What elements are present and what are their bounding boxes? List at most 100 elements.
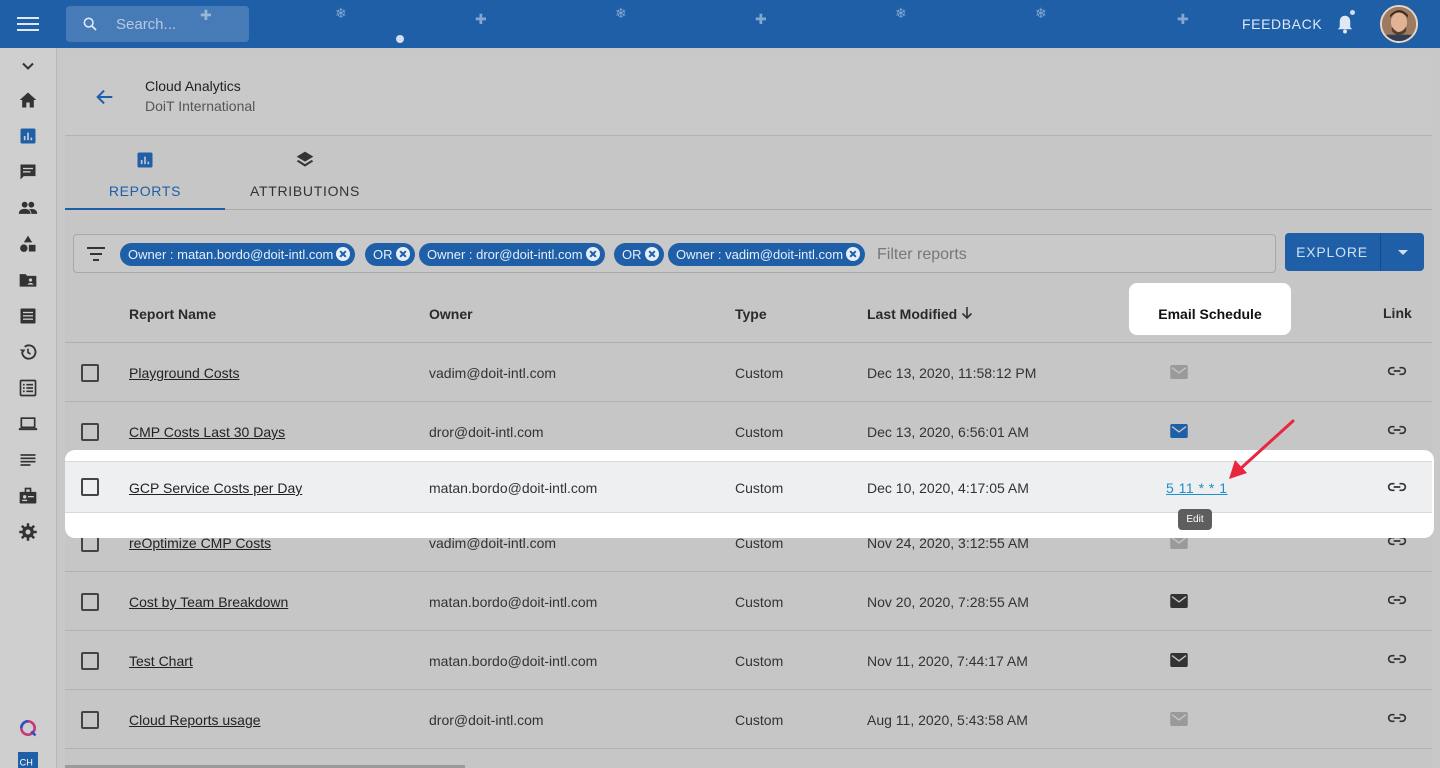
chip-remove-icon[interactable] (644, 247, 659, 261)
row-checkbox[interactable] (81, 711, 99, 729)
report-name-link[interactable]: GCP Service Costs per Day (129, 480, 302, 496)
subject-icon[interactable] (18, 450, 38, 470)
report-last-modified: Nov 20, 2020, 7:28:55 AM (867, 594, 1029, 610)
app-logo-icon[interactable] (18, 718, 38, 738)
snowflake-decoration: ❄ (1035, 5, 1047, 21)
laptop-icon[interactable] (18, 414, 38, 434)
copy-link-icon[interactable] (1387, 365, 1407, 377)
report-name-link[interactable]: CMP Costs Last 30 Days (129, 424, 285, 440)
explore-button[interactable]: EXPLORE (1285, 233, 1379, 271)
chip-remove-icon[interactable] (395, 247, 410, 261)
row-checkbox[interactable] (81, 652, 99, 670)
snowflake-decoration: ❄ (895, 5, 907, 21)
chip-label: Owner : dror@doit-intl.com (427, 247, 583, 262)
table-row[interactable]: Test Chart matan.bordo@doit-intl.com Cus… (65, 631, 1432, 690)
settings-icon[interactable] (18, 522, 38, 542)
filter-chip-or[interactable]: OR (614, 243, 664, 266)
history-icon[interactable] (18, 342, 38, 362)
filter-chip-owner-vadim[interactable]: Owner : vadim@doit-intl.com (668, 243, 866, 266)
column-header-type[interactable]: Type (735, 306, 767, 322)
email-schedule-icon[interactable] (1170, 365, 1188, 379)
report-last-modified: Dec 10, 2020, 4:17:05 AM (867, 480, 1029, 496)
table-row[interactable]: Cloud Reports usage dror@doit-intl.com C… (65, 690, 1432, 749)
filter-chip-owner-matan[interactable]: Owner : matan.bordo@doit-intl.com (120, 243, 356, 266)
report-type: Custom (735, 653, 784, 669)
reports-icon (137, 152, 153, 168)
snowflake-decoration: ✚ (1177, 11, 1189, 27)
filter-chip-owner-dror[interactable]: Owner : dror@doit-intl.com (419, 243, 605, 266)
search-icon (83, 17, 97, 31)
sidebar-nav: CH (0, 48, 57, 768)
table-row[interactable]: Cost by Team Breakdown matan.bordo@doit-… (65, 572, 1432, 631)
explore-dropdown-arrow-icon[interactable] (1380, 233, 1424, 271)
column-header-last-modified[interactable]: Last Modified (867, 306, 957, 322)
report-owner: matan.bordo@doit-intl.com (429, 480, 598, 496)
row-checkbox[interactable] (81, 593, 99, 611)
annotation-arrow-icon (1229, 419, 1295, 479)
explore-split-button: EXPLORE (1285, 233, 1424, 271)
filter-list-icon[interactable] (86, 246, 106, 262)
snowflake-decoration: ✚ (475, 11, 487, 27)
filter-reports-input[interactable] (877, 245, 1257, 265)
workspace-badge-icon[interactable]: CH (18, 752, 38, 768)
chevron-down-icon[interactable] (18, 56, 38, 76)
list-alt-icon[interactable] (18, 378, 38, 398)
edit-tooltip: Edit (1178, 509, 1212, 530)
copy-link-icon[interactable] (1387, 424, 1407, 436)
copy-link-icon[interactable] (1387, 594, 1407, 606)
column-header-report-name[interactable]: Report Name (129, 306, 216, 322)
people-icon[interactable] (18, 198, 38, 218)
home-icon[interactable] (18, 90, 38, 110)
user-avatar[interactable] (1380, 5, 1418, 43)
chat-icon[interactable] (18, 162, 38, 182)
search-input[interactable] (116, 14, 241, 34)
folder-account-icon[interactable] (18, 270, 38, 290)
notes-icon[interactable] (18, 306, 38, 326)
back-arrow-icon[interactable] (94, 86, 116, 108)
tab-attributions[interactable]: ATTRIBUTIONS (225, 138, 385, 210)
menu-icon[interactable] (17, 14, 39, 34)
report-filter-bar: Owner : matan.bordo@doit-intl.com OR Own… (73, 234, 1276, 273)
report-type: Custom (735, 424, 784, 440)
badge-icon[interactable] (18, 486, 38, 506)
email-schedule-icon[interactable] (1170, 653, 1188, 667)
report-name-link[interactable]: Test Chart (129, 653, 193, 669)
email-schedule-cron-link[interactable]: 5 11 * * 1 (1166, 480, 1228, 496)
snowflake-decoration: ❄ (335, 5, 347, 21)
main-content: Cloud Analytics DoiT International REPOR… (65, 58, 1432, 768)
email-schedule-icon[interactable] (1170, 712, 1188, 726)
notifications-bell-icon[interactable] (1336, 13, 1354, 35)
shapes-icon[interactable] (18, 234, 38, 254)
report-owner: matan.bordo@doit-intl.com (429, 653, 598, 669)
report-name-link[interactable]: Cost by Team Breakdown (129, 594, 288, 610)
copy-link-icon[interactable] (1387, 712, 1407, 724)
chip-remove-icon[interactable] (585, 247, 600, 261)
chip-label: Owner : vadim@doit-intl.com (676, 247, 844, 262)
top-app-bar: ✚ ✚ ❄ ❄ ✚ ❄ ❄ ✚ FEEDBACK (0, 0, 1440, 48)
sort-arrow-down-icon[interactable] (961, 306, 973, 320)
row-checkbox[interactable] (81, 423, 99, 441)
filter-chip-or[interactable]: OR (365, 243, 415, 266)
report-name-link[interactable]: Playground Costs (129, 365, 240, 381)
row-checkbox[interactable] (81, 478, 99, 496)
svg-text:CH: CH (20, 757, 33, 767)
report-type: Custom (735, 480, 784, 496)
column-header-owner[interactable]: Owner (429, 306, 473, 322)
column-header-email-schedule[interactable]: Email Schedule (1129, 306, 1291, 322)
chip-remove-icon[interactable] (336, 247, 351, 261)
page-title: Cloud Analytics (145, 78, 241, 94)
chip-label: OR (622, 247, 642, 262)
analytics-icon[interactable] (18, 126, 38, 146)
report-name-link[interactable]: Cloud Reports usage (129, 712, 261, 728)
email-schedule-icon[interactable] (1170, 424, 1188, 438)
row-checkbox[interactable] (81, 364, 99, 382)
chip-remove-icon[interactable] (846, 247, 861, 261)
copy-link-icon[interactable] (1387, 653, 1407, 665)
feedback-button[interactable]: FEEDBACK (1242, 16, 1322, 32)
page-subtitle: DoiT International (145, 98, 256, 114)
search-box (66, 6, 249, 42)
tab-reports[interactable]: REPORTS (65, 138, 225, 210)
table-row[interactable]: Playground Costs vadim@doit-intl.com Cus… (65, 343, 1432, 402)
email-schedule-icon[interactable] (1170, 594, 1188, 608)
copy-link-icon[interactable] (1387, 481, 1407, 493)
